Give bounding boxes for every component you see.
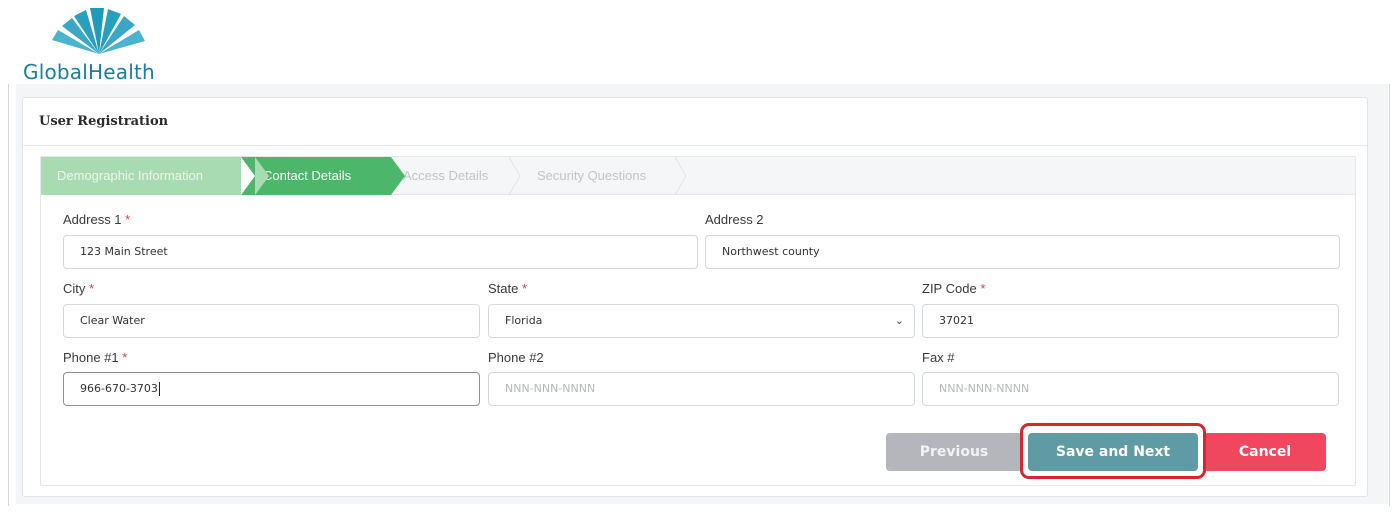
fax-input[interactable]: NNN-NNN-NNNN xyxy=(922,372,1339,406)
required-marker: * xyxy=(521,281,528,296)
step-security-questions[interactable]: Security Questions xyxy=(521,157,691,195)
address1-label-text: Address 1 xyxy=(63,212,122,227)
city-label-text: City xyxy=(63,281,86,296)
state-select-value: Florida xyxy=(505,314,543,327)
sunburst-logo-icon xyxy=(52,8,145,54)
city-label: City * xyxy=(63,281,94,296)
address2-label: Address 2 xyxy=(705,212,764,227)
zip-label-text: ZIP Code xyxy=(922,281,977,296)
required-marker: * xyxy=(89,281,95,296)
phone2-input[interactable]: NNN-NNN-NNNN xyxy=(488,372,915,406)
phone1-value: 966-670-3703 xyxy=(80,382,158,395)
city-input[interactable]: Clear Water xyxy=(63,304,480,338)
header: GlobalHealth xyxy=(0,0,1400,84)
globalhealth-logo[interactable]: GlobalHealth xyxy=(20,4,180,84)
divider xyxy=(23,145,1367,146)
zip-input[interactable]: 37021 xyxy=(922,304,1339,338)
address2-input[interactable]: Northwest county xyxy=(705,235,1340,269)
state-label-text: State xyxy=(488,281,519,296)
required-marker: * xyxy=(125,212,131,227)
highlight-annotation xyxy=(1020,423,1206,479)
phone1-label-text: Phone #1 xyxy=(63,350,119,365)
address1-input[interactable]: 123 Main Street xyxy=(63,235,698,269)
text-cursor xyxy=(158,382,160,396)
required-marker: * xyxy=(980,281,986,296)
phone2-label: Phone #2 xyxy=(488,350,544,365)
required-marker: * xyxy=(122,350,128,365)
zip-label: ZIP Code * xyxy=(922,281,985,296)
cancel-button[interactable]: Cancel xyxy=(1204,433,1326,471)
previous-button[interactable]: Previous xyxy=(886,433,1022,471)
state-select[interactable]: Florida ⌄ xyxy=(488,304,915,338)
page-title: User Registration xyxy=(39,114,169,129)
phone1-input[interactable]: 966-670-3703 xyxy=(63,372,480,406)
phone1-label: Phone #1 * xyxy=(63,350,127,365)
address1-label: Address 1 * xyxy=(63,212,130,227)
step-access-details[interactable]: Access Details xyxy=(391,157,521,195)
stepper: Demographic Information Contact Details … xyxy=(41,157,1355,195)
chevron-down-icon: ⌄ xyxy=(894,314,904,327)
step-demographic-information[interactable]: Demographic Information xyxy=(41,157,269,195)
state-label: State * xyxy=(488,281,527,296)
brand-name: GlobalHealth xyxy=(23,60,155,84)
fax-label: Fax # xyxy=(922,350,955,365)
